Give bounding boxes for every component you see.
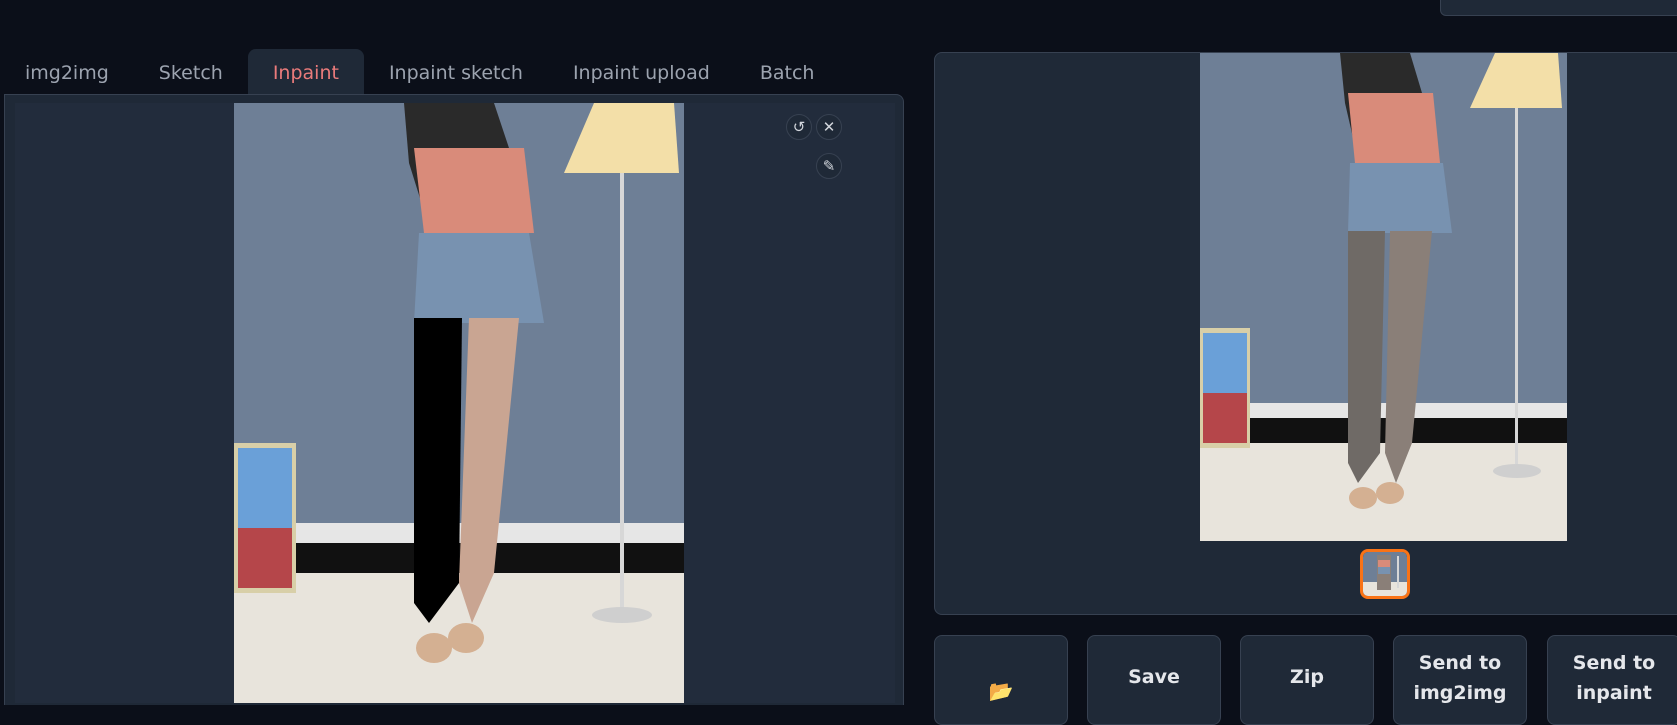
gallery-thumbnail[interactable] xyxy=(1360,549,1410,599)
zip-label: Zip xyxy=(1290,666,1324,688)
output-image[interactable] xyxy=(1200,53,1567,541)
send-img2img-line1: Send to xyxy=(1418,652,1502,674)
undo-icon[interactable]: ↺ xyxy=(786,114,812,140)
tab-inpaint-upload[interactable]: Inpaint upload xyxy=(548,49,735,95)
tab-batch[interactable]: Batch xyxy=(735,49,840,95)
send-inpaint-label: Send to inpaint xyxy=(1573,648,1655,708)
send-to-img2img-button[interactable]: Send to img2img xyxy=(1393,635,1527,725)
send-inpaint-line1: Send to xyxy=(1572,652,1656,674)
top-dropdown-box[interactable] xyxy=(1440,0,1677,16)
inpaint-canvas[interactable]: ↺ ✕ ✎ xyxy=(15,103,895,703)
open-folder-button[interactable]: 📂 xyxy=(934,635,1068,725)
save-label: Save xyxy=(1128,666,1180,688)
inpaint-panel: ↺ ✕ ✎ xyxy=(4,94,904,705)
inpaint-source-image[interactable] xyxy=(234,103,684,703)
tab-img2img[interactable]: img2img xyxy=(0,49,134,95)
folder-icon: 📂 xyxy=(988,679,1014,703)
zip-button[interactable]: Zip xyxy=(1240,635,1374,725)
output-gallery xyxy=(934,52,1677,615)
save-button[interactable]: Save xyxy=(1087,635,1221,725)
send-inpaint-line2: inpaint xyxy=(1576,682,1652,704)
tab-inpaint-sketch[interactable]: Inpaint sketch xyxy=(364,49,548,95)
send-to-inpaint-button[interactable]: Send to inpaint xyxy=(1547,635,1677,725)
send-img2img-label: Send to img2img xyxy=(1413,648,1506,708)
send-img2img-line2: img2img xyxy=(1413,682,1507,704)
brush-icon[interactable]: ✎ xyxy=(816,153,842,179)
close-icon[interactable]: ✕ xyxy=(816,114,842,140)
tab-sketch[interactable]: Sketch xyxy=(134,49,248,95)
